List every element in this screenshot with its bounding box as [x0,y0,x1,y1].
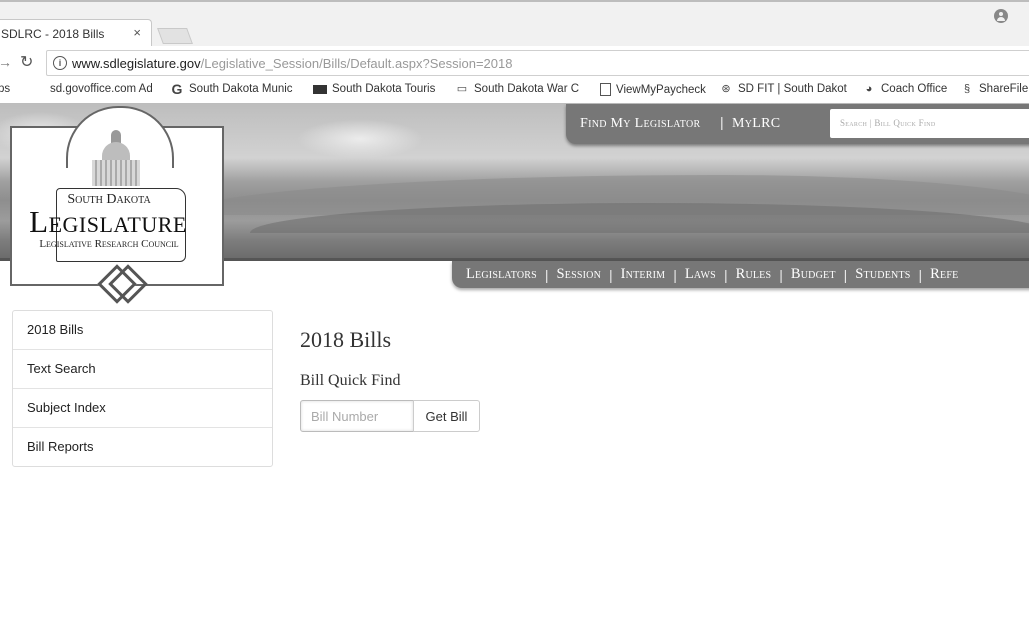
main-navigation: Legislators | Session | Interim | Laws | Rul… [452,261,1029,288]
mylrc-link[interactable]: MyLRC [732,116,780,132]
card-icon: ▭ [456,83,468,95]
bookmark-sd-war[interactable]: ▭ South Dakota War C [455,83,579,95]
nav-separator: | [843,266,848,283]
browser-toolbar: → ↻ i www.sdlegislature.gov/Legislative_… [0,46,1029,79]
nav-budget[interactable]: Budget [791,266,836,283]
bookmark-sd-tourism[interactable]: South Dakota Touris [313,83,435,95]
bookmark-label: South Dakota Munic [189,83,293,95]
document-icon [600,83,611,96]
bookmark-label: South Dakota War C [474,83,580,95]
url-text[interactable]: www.sdlegislature.gov/Legislative_Sessio… [72,56,512,71]
url-path: /Legislative_Session/Bills/Default.aspx?… [200,56,513,71]
bookmark-apps[interactable]: ps [0,83,10,95]
nav-separator: | [609,266,613,283]
nav-separator: | [544,266,549,283]
sd-legislature-logo[interactable]: South Dakota Legislature Legislative Res… [10,106,224,286]
address-bar[interactable]: i www.sdlegislature.gov/Legislative_Sess… [46,50,1029,76]
reload-icon[interactable]: ↻ [20,52,33,72]
bookmark-govoffice[interactable]: sd.govoffice.com Ad [50,83,153,95]
bookmark-label: ViewMyPaycheck [616,83,706,96]
bookmark-sd-munic[interactable]: G South Dakota Munic [170,81,293,97]
browser-tab[interactable]: SDLRC - 2018 Bills × [0,19,152,48]
capitol-dome-icon [88,130,144,190]
bill-quick-find-heading: Bill Quick Find [300,372,401,389]
tab-close-icon[interactable]: × [133,25,141,40]
tourism-icon [313,84,327,94]
google-icon: G [171,81,183,97]
bookmark-coach[interactable]: ◕ Coach Office [862,83,948,95]
search-placeholder: Search | Bill Quick Find [840,118,936,128]
sharefile-icon: § [963,83,971,95]
sidemenu-text-search[interactable]: Text Search [13,350,272,389]
nav-separator: | [779,266,783,283]
coach-icon: ◕ [865,83,873,95]
bill-number-input[interactable] [300,400,414,432]
nav-interim[interactable]: Interim [621,266,666,283]
sidemenu-subject-index[interactable]: Subject Index [13,389,272,428]
nav-separator: | [673,266,677,283]
nav-laws[interactable]: Laws [685,266,716,283]
page-title: 2018 Bills [300,327,392,352]
bookmark-paycheck[interactable]: ViewMyPaycheck [600,83,706,96]
profile-icon[interactable] [994,9,1008,23]
bill-quick-find-search[interactable]: Search | Bill Quick Find [830,109,1029,138]
utility-bar: Find My Legislator | MyLRC Search | Bill… [566,104,1029,144]
forward-arrow-icon[interactable]: → [0,54,12,70]
bookmark-label: SD FIT | South Dakot [738,83,847,95]
new-tab-button[interactable] [157,28,193,44]
bookmark-sdfit[interactable]: ⊛ SD FIT | South Dakot [719,83,847,95]
logo-legislature: Legislature [29,204,187,239]
nav-separator: | [918,266,923,283]
bookmark-label: Coach Office [881,83,948,95]
get-bill-button[interactable]: Get Bill [413,400,480,432]
sdfit-icon: ⊛ [721,83,731,95]
nav-students[interactable]: Students [855,266,910,283]
bills-sidemenu: 2018 Bills Text Search Subject Index Bil… [12,310,273,467]
bookmark-label: ShareFile [979,83,1029,95]
sidemenu-bill-reports[interactable]: Bill Reports [13,428,272,466]
bookmark-label: sd.govoffice.com Ad [50,83,153,95]
nav-separator: | [723,266,728,283]
bookmark-label: South Dakota Touris [332,83,436,95]
bookmark-label: ps [0,83,11,95]
nav-legislators[interactable]: Legislators [466,266,537,283]
nav-rules[interactable]: Rules [736,266,772,283]
browser-tabstrip: SDLRC - 2018 Bills × [0,0,1029,48]
sidemenu-2018-bills[interactable]: 2018 Bills [13,311,272,350]
find-my-legislator-link[interactable]: Find My Legislator [580,116,700,132]
logo-lrc: Legislative Research Council [39,238,179,250]
bookmark-sharefile[interactable]: § ShareFile [960,83,1028,95]
nav-session[interactable]: Session [557,266,601,283]
url-host: www.sdlegislature.gov [72,56,201,71]
info-icon[interactable]: i [53,56,67,70]
bookmarks-bar: ps sd.govoffice.com Ad G South Dakota Mun… [0,79,1029,104]
utility-separator: | [720,114,724,130]
nav-reference[interactable]: Refe [930,266,958,283]
tab-title: SDLRC - 2018 Bills [1,27,105,41]
